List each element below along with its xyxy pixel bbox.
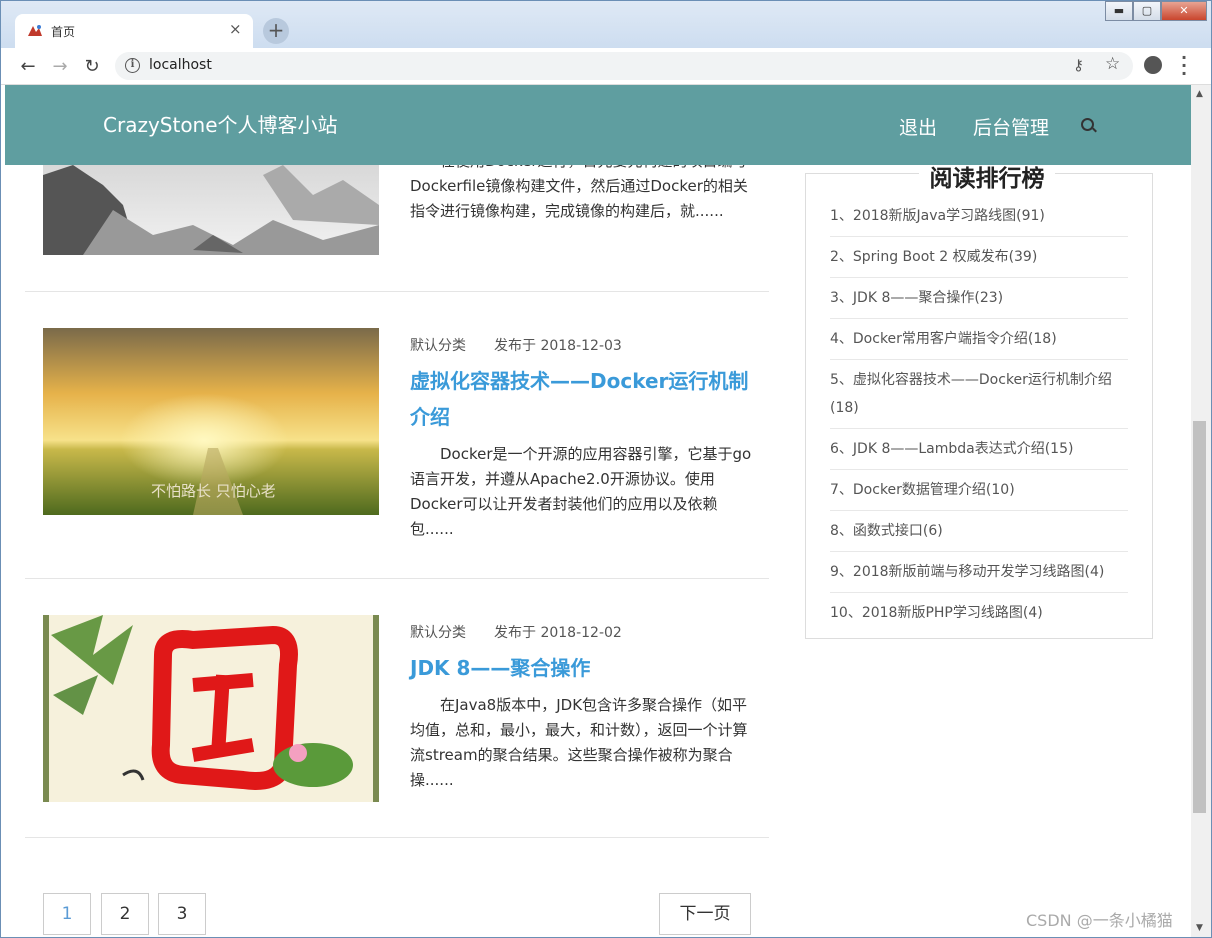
page-button-2[interactable]: 2 <box>101 893 149 935</box>
tab-home[interactable]: 首页 × <box>15 14 253 48</box>
tab-title: 首页 <box>51 25 76 39</box>
address-bar[interactable]: i localhost ⚷ ☆ <box>115 52 1133 80</box>
close-window-button[interactable]: ✕ <box>1161 1 1207 21</box>
post-divider <box>25 578 769 579</box>
rank-item[interactable]: 9、2018新版前端与移动开发学习线路图(4) <box>830 558 1128 593</box>
browser-toolbar: ← → ↻ i localhost ⚷ ☆ · · · <box>1 48 1211 85</box>
admin-link[interactable]: 后台管理 <box>973 113 1049 140</box>
post-title[interactable]: JDK 8——聚合操作 <box>410 650 760 686</box>
rank-item[interactable]: 3、JDK 8——聚合操作(23) <box>830 284 1128 319</box>
rank-item[interactable]: 5、虚拟化容器技术——Docker运行机制介绍(18) <box>830 366 1128 429</box>
profile-icon[interactable] <box>1144 56 1162 74</box>
post-excerpt: Docker是一个开源的应用容器引擎，它基于go语言开发，并遵从Apache2.… <box>410 445 752 538</box>
post-thumbnail[interactable] <box>43 615 379 802</box>
bookmark-star-icon[interactable]: ☆ <box>1105 54 1120 74</box>
page-button-1[interactable]: 1 <box>43 893 91 935</box>
page-button-3[interactable]: 3 <box>158 893 206 935</box>
browser-menu-icon[interactable]: · · · <box>1181 50 1187 82</box>
rank-item[interactable]: 10、2018新版PHP学习线路图(4) <box>830 599 1128 633</box>
post-excerpt: 在Java8版本中，JDK包含许多聚合操作（如平均值，总和，最小，最大，和计数）… <box>410 696 748 789</box>
post-thumbnail[interactable] <box>43 165 379 255</box>
favicon-icon <box>28 25 42 36</box>
key-icon[interactable]: ⚷ <box>1073 56 1084 74</box>
minimize-button[interactable]: ▬ <box>1105 1 1133 21</box>
back-icon[interactable]: ← <box>17 56 39 77</box>
rank-item[interactable]: 8、函数式接口(6) <box>830 517 1128 552</box>
vertical-scrollbar[interactable]: ▲ ▼ <box>1191 85 1211 937</box>
close-icon: ✕ <box>1179 4 1189 17</box>
post-divider <box>25 291 769 292</box>
post-category: 默认分类 <box>410 625 466 641</box>
scrollbar-thumb[interactable] <box>1193 421 1206 813</box>
maximize-button[interactable]: ▢ <box>1133 1 1161 21</box>
title-bar: 首页 × + ▬ ▢ ✕ <box>1 1 1211 48</box>
post-date: 发布于 2018-12-02 <box>494 625 622 641</box>
browser-window: 首页 × + ▬ ▢ ✕ ← → ↻ i localhost ⚷ ☆ · · · C… <box>0 0 1212 938</box>
mountain-image <box>43 165 379 255</box>
scroll-down-icon[interactable]: ▼ <box>1196 923 1203 933</box>
maximize-icon: ▢ <box>1141 4 1153 17</box>
post-title[interactable]: 虚拟化容器技术——Docker运行机制介绍 <box>410 363 760 435</box>
rank-item[interactable]: 7、Docker数据管理介绍(10) <box>830 476 1128 511</box>
new-tab-button[interactable]: + <box>263 18 289 44</box>
url-text[interactable]: localhost <box>149 57 212 73</box>
guo-character-image <box>43 615 379 802</box>
rank-item[interactable]: 4、Docker常用客户端指令介绍(18) <box>830 325 1128 360</box>
rank-item[interactable]: 2、Spring Boot 2 权威发布(39) <box>830 243 1128 278</box>
forward-icon[interactable]: → <box>49 56 71 77</box>
post-category: 默认分类 <box>410 338 466 354</box>
post-date: 发布于 2018-12-03 <box>494 338 622 354</box>
image-caption: 不怕路长 只怕心老 <box>151 482 276 500</box>
tab-close-icon[interactable]: × <box>229 20 242 38</box>
info-icon[interactable]: i <box>125 58 140 73</box>
post-divider <box>25 837 769 838</box>
logout-link[interactable]: 退出 <box>899 113 937 140</box>
reload-icon[interactable]: ↻ <box>81 56 103 77</box>
rank-item[interactable]: 6、JDK 8——Lambda表达式介绍(15) <box>830 435 1128 470</box>
csdn-watermark: CSDN @一条小橘猫 <box>1026 911 1173 930</box>
search-icon[interactable] <box>1081 118 1094 131</box>
site-header: CrazyStone个人博客小站 退出 后台管理 <box>5 85 1191 165</box>
page-viewport: CrazyStone个人博客小站 退出 后台管理 在使用Docker进行，首先要… <box>1 85 1191 937</box>
minimize-icon: ▬ <box>1113 4 1125 17</box>
post-thumbnail[interactable]: 不怕路长 只怕心老 <box>43 328 379 515</box>
next-page-button[interactable]: 下一页 <box>659 893 751 935</box>
sunset-field-image: 不怕路长 只怕心老 <box>43 328 379 515</box>
scroll-up-icon[interactable]: ▲ <box>1196 89 1203 99</box>
rank-item[interactable]: 1、2018新版Java学习路线图(91) <box>830 202 1128 237</box>
site-brand[interactable]: CrazyStone个人博客小站 <box>103 109 338 138</box>
